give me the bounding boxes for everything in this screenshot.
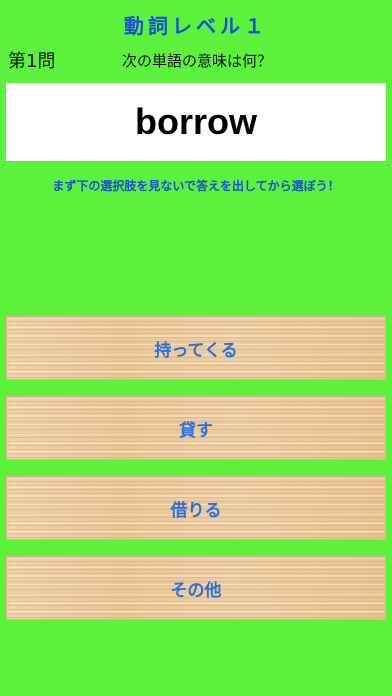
question-number: 第1問 bbox=[8, 51, 56, 72]
hint-text: まず下の選択肢を見ないで答えを出してから選ぼう！ bbox=[52, 179, 340, 193]
word-card: borrow bbox=[6, 83, 386, 161]
question-prompt: 次の単語の意味は何？ bbox=[121, 52, 272, 70]
choice-label: その他 bbox=[170, 580, 222, 601]
choice-label: 持ってくる bbox=[154, 340, 238, 361]
choice-button-3[interactable]: 借りる bbox=[6, 476, 386, 540]
target-word: borrow bbox=[135, 101, 257, 142]
choice-label: 借りる bbox=[170, 500, 222, 521]
choice-button-4[interactable]: その他 bbox=[6, 556, 386, 620]
choice-button-2[interactable]: 貸す bbox=[6, 396, 386, 460]
choice-label: 貸す bbox=[179, 420, 213, 441]
choice-button-1[interactable]: 持ってくる bbox=[6, 316, 386, 380]
level-title: 動詞レベル１ bbox=[124, 14, 268, 38]
